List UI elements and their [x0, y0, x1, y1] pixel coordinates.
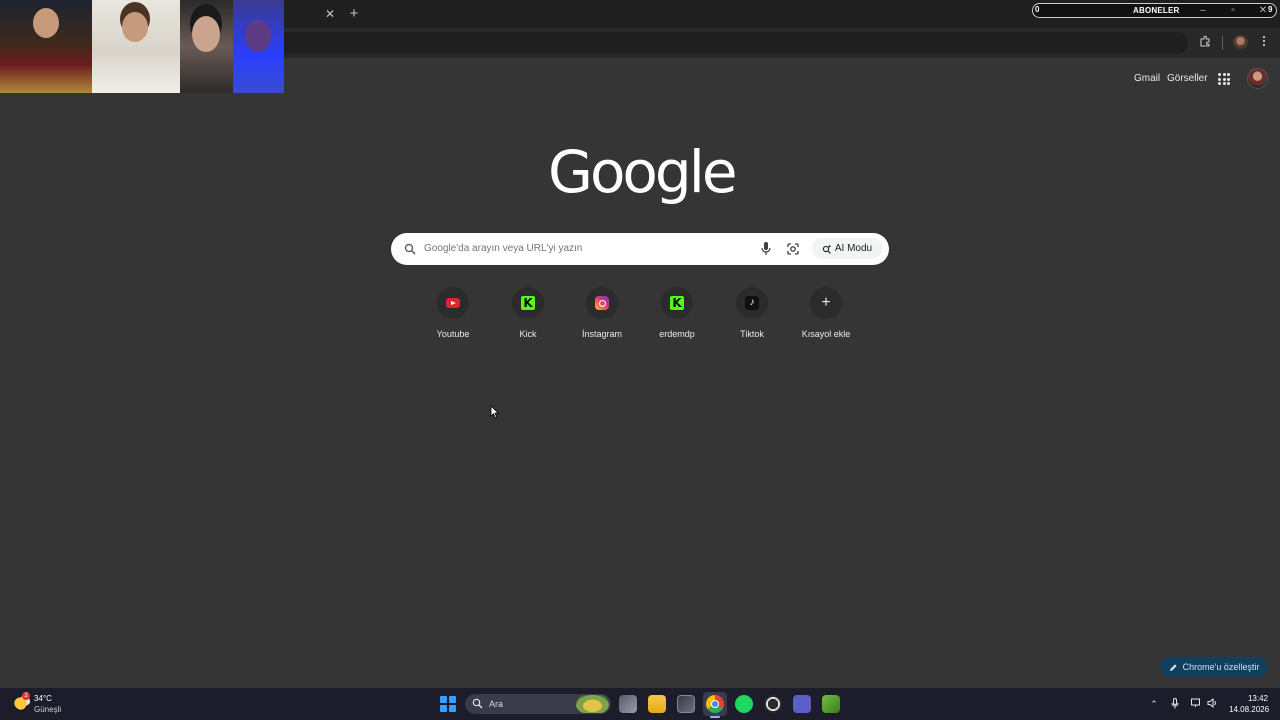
browser-profile-avatar[interactable] [1233, 35, 1248, 50]
weather-badge: 2 [22, 692, 30, 700]
address-bar[interactable] [200, 32, 1188, 54]
windows-start-icon[interactable] [440, 696, 456, 712]
shortcut-label: erdemdp [659, 329, 695, 339]
google-lens-icon[interactable] [786, 242, 800, 256]
file-explorer-icon[interactable] [648, 695, 666, 713]
instagram-icon [595, 296, 609, 310]
webcam-feed [233, 0, 284, 93]
weather-temperature[interactable]: 34°C [34, 694, 52, 703]
search-icon [404, 242, 416, 255]
screen: ✕ + 0 ABONELER 9 – ▫ ✕ Gmail Görseller G… [0, 0, 1280, 720]
kick-icon: K [521, 296, 535, 310]
subscriber-goal-label: ABONELER [1133, 6, 1180, 15]
shortcut-label: Kick [519, 329, 537, 339]
shortcut-label: İnstagram [581, 329, 623, 339]
google-logo: Google [548, 138, 738, 208]
new-tab-button[interactable]: + [345, 5, 363, 23]
shortcut-youtube[interactable]: Youtube [416, 287, 490, 339]
shortcut-label: Youtube [436, 329, 470, 339]
images-link[interactable]: Görseller [1167, 73, 1208, 84]
webcam-feed [0, 0, 92, 93]
pencil-icon [1169, 663, 1177, 671]
customize-chrome-button[interactable]: Chrome'u özelleştir [1160, 657, 1268, 677]
shortcut-icon-circle [586, 287, 618, 319]
maximize-icon[interactable]: ▫ [1226, 5, 1240, 16]
browser-menu-icon[interactable] [1254, 33, 1274, 53]
webcam-feed [180, 0, 233, 93]
taskbar [0, 688, 1280, 720]
search-input[interactable] [424, 243, 744, 254]
toolbar-divider [1222, 36, 1223, 50]
search-icon [472, 698, 483, 709]
teams-icon[interactable] [793, 695, 811, 713]
google-logo-text: Google [548, 138, 738, 206]
subscriber-goal-start: 0 [1035, 5, 1040, 14]
shortcut-erdemdp[interactable]: K erdemdp [640, 287, 714, 339]
minecraft-icon[interactable] [822, 695, 840, 713]
plus-icon: + [821, 294, 831, 311]
ai-mode-label: AI Modu [834, 243, 873, 254]
taskbar-search-label: Ara [489, 699, 504, 709]
webcam-overlay [0, 0, 284, 93]
youtube-icon [446, 298, 460, 308]
google-account-avatar[interactable] [1247, 68, 1268, 89]
tab-close-icon[interactable]: ✕ [322, 6, 338, 22]
volume-icon[interactable] [1206, 697, 1218, 710]
ai-sparkle-search-icon [822, 244, 832, 254]
shortcut-icon-circle: K [661, 287, 693, 319]
steam-icon[interactable] [764, 695, 782, 713]
extensions-icon[interactable] [1195, 33, 1215, 53]
shortcut-icon-circle: ♪ [736, 287, 768, 319]
shortcut-instagram[interactable]: İnstagram [565, 287, 639, 339]
kick-icon: K [670, 296, 684, 310]
chrome-icon[interactable] [706, 695, 724, 713]
add-shortcut-button[interactable]: + Kısayol ekle [789, 287, 863, 339]
google-apps-icon[interactable] [1218, 73, 1230, 85]
microphone-tray-icon[interactable] [1169, 698, 1181, 710]
ai-mode-button[interactable]: AI Modu [812, 238, 882, 259]
gmail-link[interactable]: Gmail [1134, 73, 1160, 84]
search-highlight-icon[interactable] [576, 695, 609, 713]
customize-chrome-label: Chrome'u özelleştir [1182, 662, 1260, 672]
shortcut-tiktok[interactable]: ♪ Tiktok [715, 287, 789, 339]
microsoft-store-icon[interactable] [677, 695, 695, 713]
mouse-cursor-icon [490, 405, 500, 419]
shortcut-label: Kısayol ekle [801, 329, 851, 339]
chevron-up-icon[interactable]: ⌃ [1148, 698, 1160, 710]
minimize-icon[interactable]: – [1196, 5, 1210, 16]
shortcut-icon-circle: + [810, 287, 842, 319]
microphone-icon[interactable] [760, 241, 772, 256]
network-icon[interactable] [1190, 698, 1202, 710]
shortcut-kick[interactable]: K Kick [491, 287, 565, 339]
tiktok-icon: ♪ [745, 296, 759, 310]
clock-time[interactable]: 13:42 [1247, 694, 1268, 703]
spotify-icon[interactable] [735, 695, 753, 713]
task-view-icon[interactable] [619, 695, 637, 713]
clock-date[interactable]: 14.08.2026 [1229, 705, 1269, 714]
close-window-icon[interactable]: ✕ [1256, 5, 1270, 16]
active-app-indicator [710, 716, 720, 718]
shortcut-icon-circle: K [512, 287, 544, 319]
weather-description[interactable]: Güneşli [34, 705, 61, 714]
shortcut-icon-circle [437, 287, 469, 319]
shortcut-label: Tiktok [740, 329, 764, 339]
webcam-feed [92, 0, 180, 93]
